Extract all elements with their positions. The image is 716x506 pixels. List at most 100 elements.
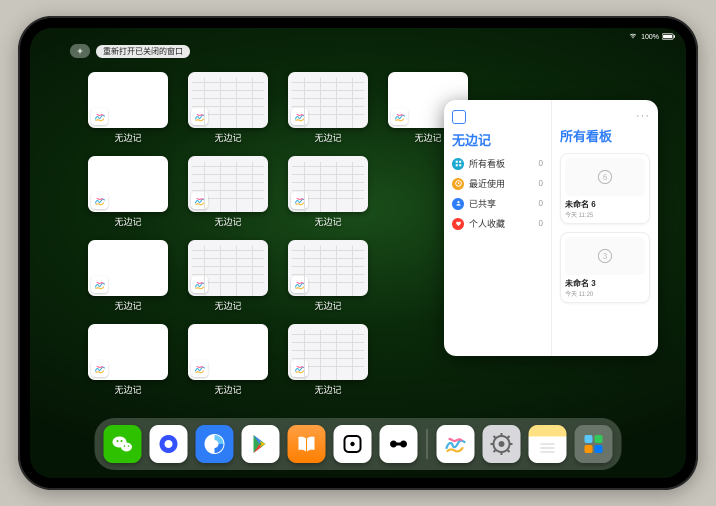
window-label: 无边记 [214,383,241,396]
dock-books-icon[interactable] [288,425,326,463]
dock-connect-icon[interactable] [380,425,418,463]
app-window[interactable]: 无边记 [188,324,268,396]
window-thumb [188,156,268,212]
detail-nav-list: 所有看板0最近使用0已共享0个人收藏0 [452,157,543,230]
app-window[interactable]: 无边记 [88,72,168,144]
nav-count: 0 [539,159,543,168]
freeform-icon [291,192,308,209]
app-window[interactable]: 无边记 [188,156,268,228]
window-thumb [88,156,168,212]
dock-qqbrowser-icon[interactable] [196,425,234,463]
detail-title: 无边记 [452,130,543,149]
window-label: 无边记 [114,131,141,144]
detail-title-right: 所有看板 [560,126,650,145]
window-label: 无边记 [314,383,341,396]
add-button[interactable]: + [70,44,90,58]
detail-sidebar: 无边记 所有看板0最近使用0已共享0个人收藏0 [444,100,552,356]
wifi-icon [628,32,638,42]
window-thumb [88,72,168,128]
freeform-icon [91,192,108,209]
more-icon[interactable]: ··· [560,110,650,122]
dock-library-icon[interactable] [575,425,613,463]
freeform-icon [191,192,208,209]
window-thumb [288,240,368,296]
freeform-icon [91,360,108,377]
window-label: 无边记 [314,215,341,228]
app-window[interactable]: 无边记 [288,72,368,144]
app-window[interactable]: 无边记 [288,240,368,312]
nav-item-grid[interactable]: 所有看板 0 [452,157,543,170]
nav-count: 0 [539,179,543,188]
dock-notes-icon[interactable] [529,425,567,463]
freeform-icon [291,108,308,125]
nav-item-heart[interactable]: 个人收藏 0 [452,217,543,230]
board-thumb: 6 [565,158,645,196]
window-label: 无边记 [214,215,241,228]
grid-icon [452,158,464,170]
freeform-icon [191,276,208,293]
window-label: 无边记 [414,131,441,144]
board-thumb: 3 [565,237,645,275]
board-tile[interactable]: 3未命名 3今天 11:20 [560,232,650,303]
window-thumb [88,240,168,296]
top-controls: + 重新打开已关闭的窗口 [70,44,190,58]
status-bar: 100% [30,28,686,44]
nav-count: 0 [539,199,543,208]
dock-gplay-icon[interactable] [242,425,280,463]
window-thumb [288,72,368,128]
freeform-icon [291,276,308,293]
nav-item-share[interactable]: 已共享0 [452,197,543,210]
app-window[interactable]: 无边记 [88,156,168,228]
status-right: 100% [628,32,676,42]
window-thumb [188,240,268,296]
freeform-icon [291,360,308,377]
share-icon [452,198,464,210]
window-thumb [288,324,368,380]
window-label: 无边记 [214,131,241,144]
dock-quark-icon[interactable] [150,425,188,463]
window-label: 无边记 [114,383,141,396]
window-thumb [188,324,268,380]
app-window[interactable]: 无边记 [288,156,368,228]
detail-content: ··· 所有看板 6未命名 6今天 11:253未命名 3今天 11:20 [552,100,658,356]
screen: 100% + 重新打开已关闭的窗口 无边记无边记无边记无边记无边记无边记无边记无… [30,28,686,478]
freeform-icon [91,108,108,125]
nav-label: 所有看板 [469,157,505,170]
window-label: 无边记 [114,215,141,228]
svg-text:3: 3 [603,252,607,261]
boards-list: 6未命名 6今天 11:253未命名 3今天 11:20 [560,153,650,303]
app-detail-card[interactable]: 无边记 所有看板0最近使用0已共享0个人收藏0 ··· 所有看板 6未命名 6今… [444,100,658,356]
dock-wechat-icon[interactable] [104,425,142,463]
heart-icon [452,218,464,230]
app-window[interactable]: 无边记 [88,240,168,312]
freeform-icon [191,360,208,377]
tablet-frame: 100% + 重新打开已关闭的窗口 无边记无边记无边记无边记无边记无边记无边记无… [18,16,698,490]
dock-settings-icon[interactable] [483,425,521,463]
dock-freeform-icon[interactable] [437,425,475,463]
board-tile[interactable]: 6未命名 6今天 11:25 [560,153,650,224]
freeform-icon [191,108,208,125]
nav-label: 最近使用 [469,177,505,190]
dock-dice-icon[interactable] [334,425,372,463]
nav-item-clock[interactable]: 最近使用 0 [452,177,543,190]
app-window[interactable]: 无边记 [288,324,368,396]
app-window[interactable]: 无边记 [88,324,168,396]
board-label: 未命名 6 [565,199,645,210]
clock-icon [452,178,464,190]
board-label: 未命名 3 [565,278,645,289]
window-label: 无边记 [214,299,241,312]
window-thumb [188,72,268,128]
nav-label: 个人收藏 [469,217,505,230]
window-thumb [288,156,368,212]
nav-count: 0 [539,219,543,228]
sidebar-icon [452,110,466,124]
app-window[interactable]: 无边记 [188,240,268,312]
app-window[interactable]: 无边记 [188,72,268,144]
battery-text: 100% [641,34,659,41]
window-label: 无边记 [114,299,141,312]
freeform-icon [91,276,108,293]
window-thumb [88,324,168,380]
battery-icon [662,33,676,42]
dock [95,418,622,470]
reopen-closed-window-button[interactable]: 重新打开已关闭的窗口 [96,45,190,58]
